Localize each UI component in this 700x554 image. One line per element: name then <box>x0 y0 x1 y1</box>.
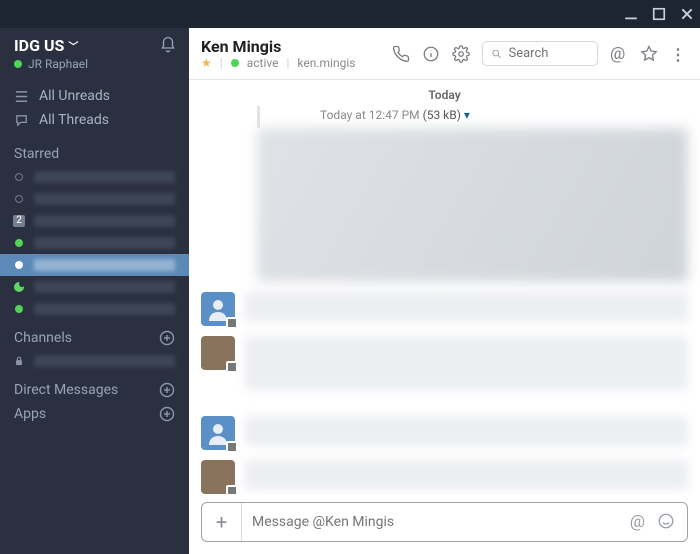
presence-active-icon <box>231 59 239 67</box>
avatar-badge-icon <box>226 317 238 329</box>
window-minimize-button[interactable] <box>624 7 638 21</box>
message-content <box>245 292 688 322</box>
gear-icon[interactable] <box>452 45 470 63</box>
presence-away-icon <box>14 282 24 292</box>
chat-pane: Ken Mingis ★ | active | ken.mingis <box>189 28 700 554</box>
starred-item[interactable] <box>0 276 189 298</box>
mention-icon[interactable]: @ <box>630 512 645 532</box>
workspace-header[interactable]: IDG US ﹀ JR Raphael <box>0 28 189 80</box>
add-dm-icon[interactable] <box>159 382 175 398</box>
unreads-icon <box>14 89 29 104</box>
starred-label: Starred <box>14 146 59 162</box>
starred-item[interactable] <box>0 298 189 320</box>
add-app-icon[interactable] <box>159 406 175 422</box>
search-field[interactable] <box>509 46 590 61</box>
chat-title[interactable]: Ken Mingis <box>201 37 355 56</box>
search-icon <box>491 47 503 61</box>
dropdown-icon[interactable]: ▾ <box>464 108 470 122</box>
current-user: JR Raphael <box>28 57 88 71</box>
presence-active-icon <box>15 305 23 313</box>
starred-item[interactable] <box>0 166 189 188</box>
dms-label: Direct Messages <box>14 382 118 398</box>
starred-item[interactable]: 2 <box>0 210 189 232</box>
message-row <box>201 336 688 390</box>
workspace-name: IDG US <box>14 36 64 55</box>
sidebar: IDG US ﹀ JR Raphael All Unreads All Threa… <box>0 28 189 554</box>
message-row <box>201 416 688 450</box>
message-content <box>245 416 688 446</box>
avatar-badge-icon <box>226 361 238 373</box>
info-icon[interactable] <box>422 45 440 63</box>
apps-section-header[interactable]: Apps <box>0 402 189 426</box>
presence-empty-icon <box>15 173 23 181</box>
presence-empty-icon <box>15 195 23 203</box>
star-outline-icon[interactable] <box>640 45 658 63</box>
emoji-icon[interactable] <box>657 512 675 530</box>
avatar-badge-icon <box>226 441 238 453</box>
unread-badge: 2 <box>13 215 25 227</box>
date-divider: Today <box>201 84 688 106</box>
lock-icon <box>14 356 24 366</box>
starred-item[interactable] <box>0 188 189 210</box>
starred-item[interactable] <box>0 232 189 254</box>
mentions-icon[interactable]: @ <box>610 45 628 63</box>
attachment-time: Today at 12:47 PM <box>320 108 420 122</box>
message-content <box>245 460 688 490</box>
threads-icon <box>14 113 29 128</box>
message-row <box>201 460 688 494</box>
more-icon[interactable]: ⋮ <box>670 45 688 63</box>
chevron-down-icon: ﹀ <box>68 38 78 53</box>
all-unreads-link[interactable]: All Unreads <box>0 84 189 108</box>
image-attachment[interactable] <box>257 128 688 282</box>
message-content <box>245 336 688 390</box>
starred-section-header[interactable]: Starred <box>0 136 189 166</box>
window-close-button[interactable] <box>680 7 694 21</box>
avatar-badge-icon <box>226 485 238 494</box>
add-channel-icon[interactable] <box>159 330 175 346</box>
call-icon[interactable] <box>392 45 410 63</box>
message-composer: + @ <box>201 502 688 542</box>
chat-handle: ken.mingis <box>297 56 355 70</box>
message-row <box>201 292 688 326</box>
dms-section-header[interactable]: Direct Messages <box>0 372 189 402</box>
window-titlebar <box>0 0 700 28</box>
attach-button[interactable]: + <box>202 503 242 541</box>
bell-icon[interactable] <box>159 36 177 54</box>
channels-label: Channels <box>14 330 72 346</box>
channels-section-header[interactable]: Channels <box>0 320 189 350</box>
presence-active-icon <box>15 239 23 247</box>
search-input[interactable] <box>482 41 598 66</box>
all-threads-label: All Threads <box>39 112 109 128</box>
message-area: Today Today at 12:47 PM (53 kB) ▾ <box>189 80 700 494</box>
composer-input[interactable] <box>242 514 630 530</box>
starred-item-selected[interactable] <box>0 254 189 276</box>
presence-dot-icon <box>14 60 22 68</box>
window-maximize-button[interactable] <box>652 7 666 21</box>
attachment-size: (53 kB) <box>423 108 461 122</box>
channel-item[interactable] <box>0 350 189 372</box>
chat-status: active <box>247 56 279 70</box>
chat-header: Ken Mingis ★ | active | ken.mingis <box>189 28 700 80</box>
apps-label: Apps <box>14 406 46 422</box>
presence-active-icon <box>15 261 23 269</box>
star-icon[interactable]: ★ <box>201 56 212 70</box>
attachment-meta: Today at 12:47 PM (53 kB) ▾ <box>257 106 688 128</box>
all-threads-link[interactable]: All Threads <box>0 108 189 132</box>
starred-list: 2 <box>0 166 189 320</box>
all-unreads-label: All Unreads <box>39 88 110 104</box>
